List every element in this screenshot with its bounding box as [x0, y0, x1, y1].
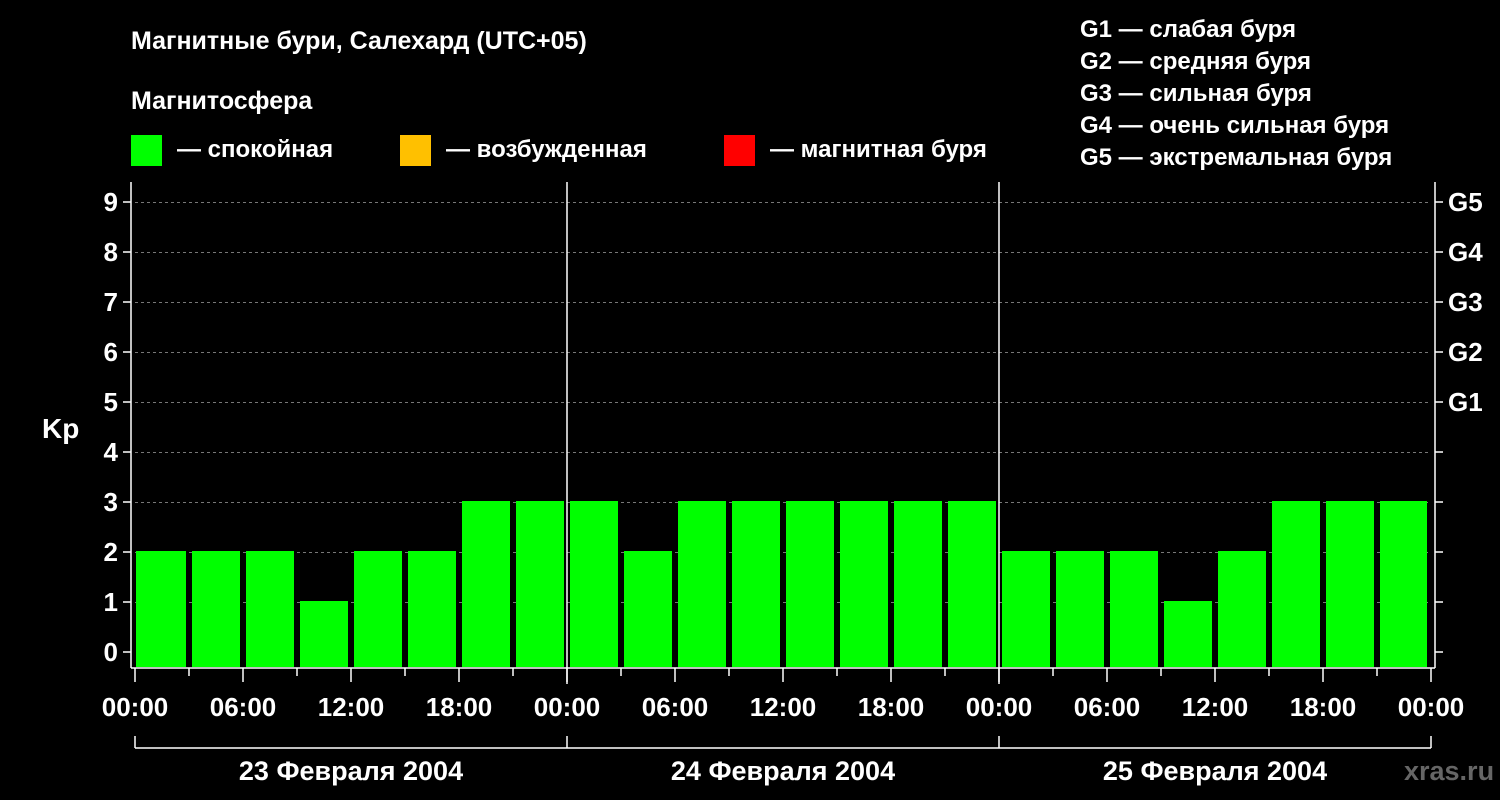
kp-bar	[246, 551, 294, 667]
kp-bar	[624, 551, 672, 667]
legend-label-active: — возбужденная	[446, 136, 647, 163]
kp-bar	[1164, 601, 1212, 667]
x-tick-label: 12:00	[318, 692, 385, 722]
legend-swatch-quiet	[131, 135, 162, 166]
x-tick-label: 12:00	[750, 692, 817, 722]
x-tick-label: 00:00	[966, 692, 1033, 722]
y-tick-label: 7	[104, 287, 118, 317]
x-tick-label: 06:00	[210, 692, 277, 722]
kp-bar	[1326, 501, 1374, 667]
kp-bar	[462, 501, 510, 667]
g-level-label: G3	[1448, 287, 1483, 317]
day-label: 24 Февраля 2004	[671, 756, 895, 786]
y-tick-label: 5	[104, 387, 118, 417]
legend-swatch-active	[400, 135, 431, 166]
kp-bar	[678, 501, 726, 667]
kp-chart: Магнитные бури, Салехард (UTC+05) Магнит…	[42, 16, 1494, 786]
y-tick-label: 4	[104, 437, 119, 467]
y-tick-label: 9	[104, 187, 118, 217]
g-scale-g5: G5 — экстремальная буря	[1080, 144, 1392, 171]
kp-bar	[300, 601, 348, 667]
kp-bar	[786, 501, 834, 667]
g-scale-g3: G3 — сильная буря	[1080, 80, 1312, 107]
x-tick-label: 00:00	[102, 692, 169, 722]
g-level-label: G2	[1448, 337, 1483, 367]
day-label: 25 Февраля 2004	[1103, 756, 1327, 786]
y-tick-label: 0	[104, 637, 118, 667]
kp-bar	[1272, 501, 1320, 667]
kp-bar	[192, 551, 240, 667]
kp-bar	[408, 551, 456, 667]
kp-bar	[136, 551, 186, 667]
g-level-label: G5	[1448, 187, 1483, 217]
legend-label-quiet: — спокойная	[177, 136, 333, 163]
y-tick-label: 2	[104, 537, 118, 567]
x-tick-label: 06:00	[642, 692, 709, 722]
kp-bar	[948, 501, 996, 667]
legend-label-storm: — магнитная буря	[770, 136, 987, 163]
day-label: 23 Февраля 2004	[239, 756, 463, 786]
x-tick-label: 00:00	[1398, 692, 1465, 722]
y-tick-label: 8	[104, 237, 118, 267]
kp-bar	[1218, 551, 1266, 667]
x-tick-label: 12:00	[1182, 692, 1249, 722]
g-scale-g1: G1 — слабая буря	[1080, 16, 1296, 43]
x-tick-label: 18:00	[1290, 692, 1357, 722]
plot-area: 0 1 2 3 4 5 6 7 8 9 G1 G2 G3 G4 G5 00:00 06:00 12:00 18:00…	[102, 182, 1483, 786]
chart-title: Магнитные бури, Салехард (UTC+05)	[131, 27, 587, 55]
g-level-label: G4	[1448, 237, 1483, 267]
g-level-label: G1	[1448, 387, 1483, 417]
kp-bar	[732, 501, 780, 667]
kp-bar	[354, 551, 402, 667]
kp-bar	[894, 501, 942, 667]
g-scale-g4: G4 — очень сильная буря	[1080, 112, 1389, 139]
kp-bar	[840, 501, 888, 667]
kp-bar	[570, 501, 618, 667]
y-axis-label: Kp	[42, 413, 79, 444]
x-tick-label: 18:00	[858, 692, 925, 722]
kp-bar	[1002, 551, 1050, 667]
kp-bar	[516, 501, 564, 667]
kp-bar	[1380, 501, 1427, 667]
y-tick-label: 1	[104, 587, 118, 617]
g-scale-g2: G2 — средняя буря	[1080, 48, 1311, 75]
kp-bar	[1056, 551, 1104, 667]
legend-heading: Магнитосфера	[131, 87, 313, 115]
legend-swatch-storm	[724, 135, 755, 166]
x-tick-label: 18:00	[426, 692, 493, 722]
watermark: xras.ru	[1404, 756, 1494, 786]
y-tick-label: 6	[104, 337, 118, 367]
x-tick-label: 06:00	[1074, 692, 1141, 722]
x-tick-label: 00:00	[534, 692, 601, 722]
kp-bar	[1110, 551, 1158, 667]
y-tick-label: 3	[104, 487, 118, 517]
